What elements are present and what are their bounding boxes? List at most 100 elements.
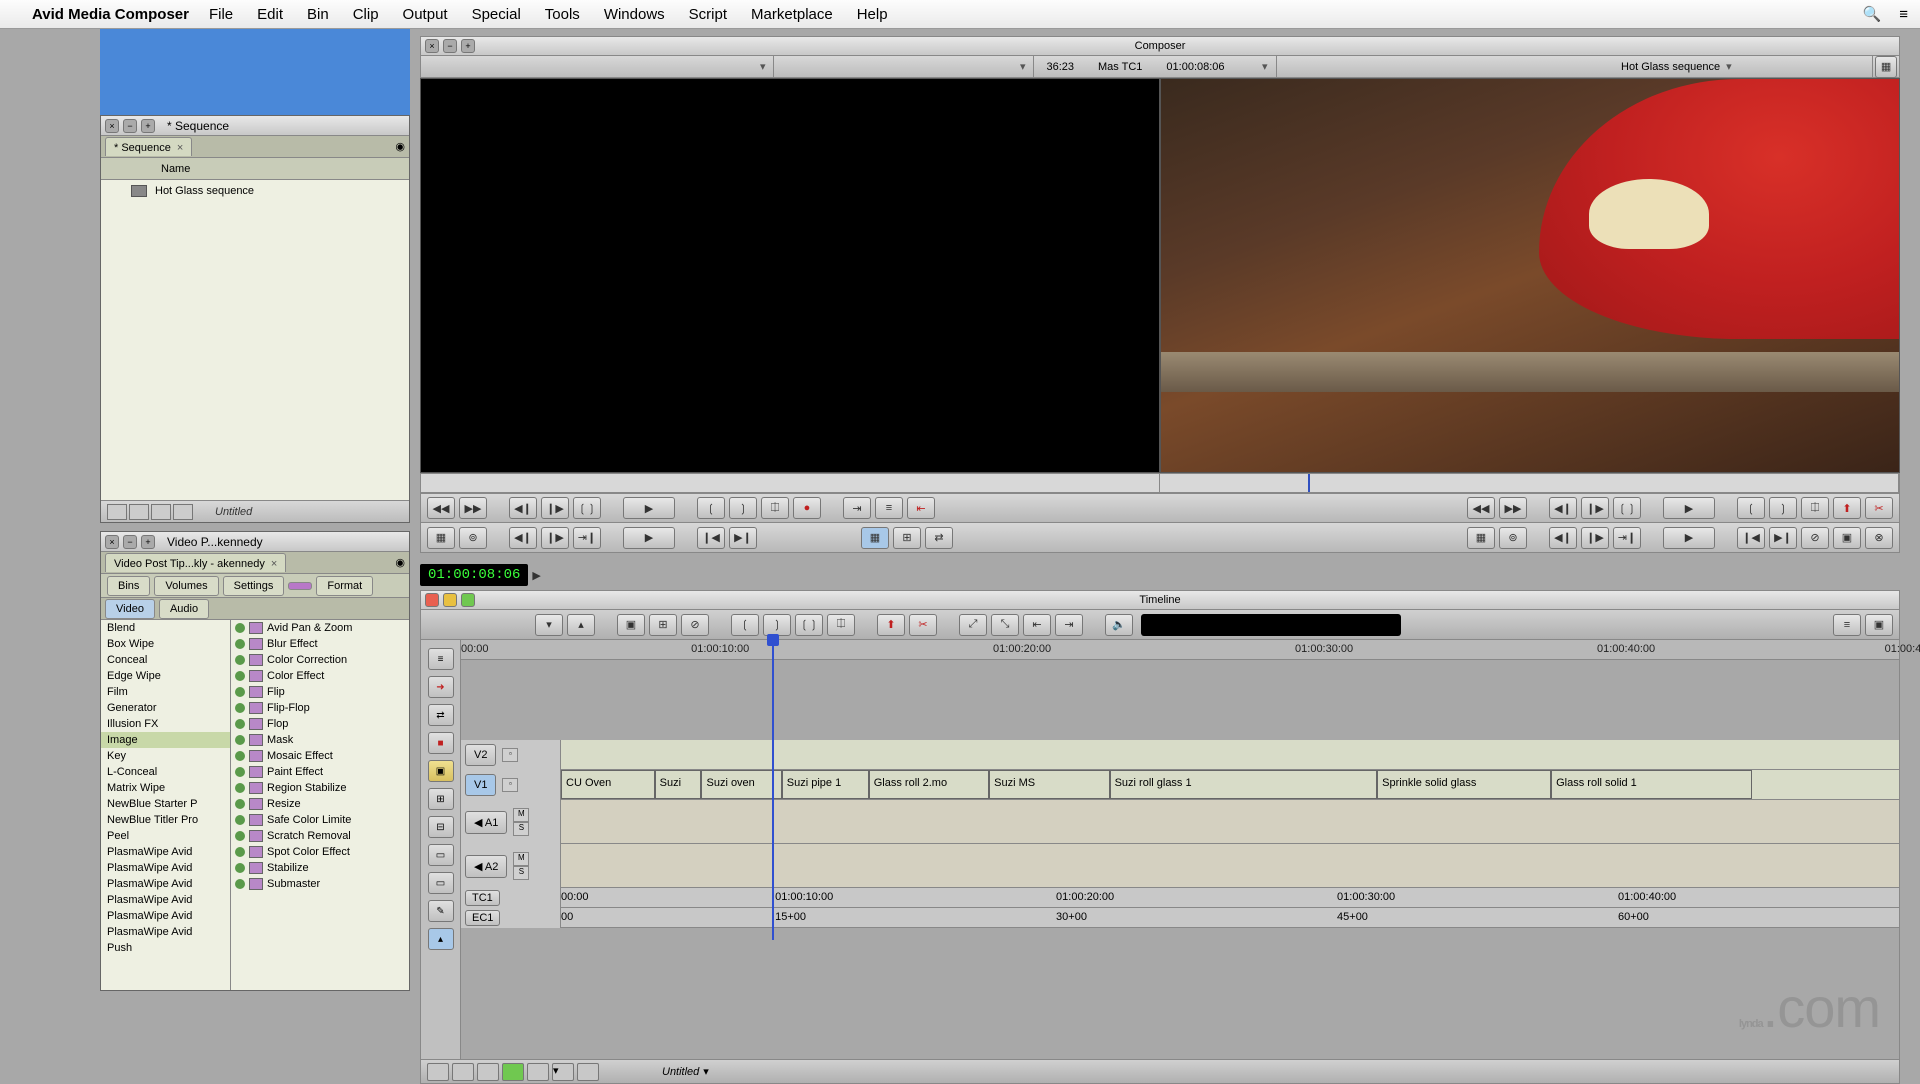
tl-tool-button[interactable]: ▴ [567,614,595,636]
tl-palette-button[interactable]: ➜ [428,676,454,698]
tab-bins[interactable]: Bins [107,576,150,596]
timeline-clip[interactable]: Sprinkle solid glass [1377,770,1551,799]
track-v2[interactable] [561,740,1899,770]
effect-item[interactable]: Avid Pan & Zoom [231,620,409,636]
remove-effect-button[interactable]: ⊗ [1865,527,1893,549]
menu-clip[interactable]: Clip [353,6,379,23]
bin-column-header[interactable]: Name [101,158,409,180]
sequence-menu[interactable]: Hot Glass sequence [1613,56,1873,77]
effect-category[interactable]: Film [101,684,230,700]
quick-transition-button[interactable]: ▣ [1833,527,1861,549]
tl-tool-button[interactable]: ⇤ [1023,614,1051,636]
composer-titlebar[interactable]: × − + Composer [420,36,1900,56]
menu-tools[interactable]: Tools [545,6,580,23]
effect-category[interactable]: Generator [101,700,230,716]
effect-item[interactable]: Color Effect [231,668,409,684]
bin-menu-icon[interactable]: ◉ [395,140,405,153]
timeline-titlebar[interactable]: Timeline [420,590,1900,610]
project-titlebar[interactable]: × − + Video P...kennedy [101,532,409,552]
track-selector-v1[interactable]: V1 [465,774,496,796]
tab-video[interactable]: Video [105,599,155,619]
bin-view-frame-icon[interactable] [151,504,171,520]
bin-list[interactable]: Hot Glass sequence [101,180,409,500]
extract-button[interactable]: ✂ [1865,497,1893,519]
effect-item[interactable]: Spot Color Effect [231,844,409,860]
effect-category[interactable]: PlasmaWipe Avid [101,876,230,892]
menu-extras-icon[interactable]: ≡ [1899,6,1908,23]
step-back-button[interactable]: ◀❙ [509,497,537,519]
tl-tool-button[interactable]: ❲❳ [795,614,823,636]
track-header-a1[interactable]: ◀ A1 MS [461,800,561,844]
track-header-v1[interactable]: V1 ▫ [461,770,561,800]
mark-in-button[interactable]: ❲ [697,497,725,519]
play-loop-button[interactable]: ▶ [623,527,675,549]
effect-item[interactable]: Scratch Removal [231,828,409,844]
track-a1[interactable] [561,800,1899,844]
close-icon[interactable]: × [105,535,119,549]
tab-volumes[interactable]: Volumes [154,576,218,596]
tl-palette-button[interactable]: ⊟ [428,816,454,838]
mark-out-button[interactable]: ❳ [1769,497,1797,519]
tl-tool-button[interactable]: ▾ [535,614,563,636]
effect-item[interactable]: Resize [231,796,409,812]
minimize-icon[interactable]: − [443,39,457,53]
grid-button[interactable]: ⊞ [893,527,921,549]
gang-button[interactable]: ▦ [427,527,455,549]
play-button[interactable]: ▶ [1663,497,1715,519]
menu-help[interactable]: Help [857,6,888,23]
tl-tool-button[interactable]: ⤡ [991,614,1019,636]
position-bar[interactable] [420,473,1900,493]
tab-audio[interactable]: Audio [159,599,209,619]
zoom-icon[interactable]: + [461,39,475,53]
close-icon[interactable] [425,593,439,607]
source-clip-menu[interactable] [421,56,774,77]
play-button[interactable]: ▶ [623,497,675,519]
menu-edit[interactable]: Edit [257,6,283,23]
timeline-menu-button[interactable]: ≡ [1833,614,1861,636]
timeline-clip[interactable]: Glass roll 2.mo [869,770,989,799]
effect-category[interactable]: PlasmaWipe Avid [101,924,230,940]
effect-category[interactable]: Blend [101,620,230,636]
clear-marks-button[interactable]: ⎅ [761,497,789,519]
menu-marketplace[interactable]: Marketplace [751,6,833,23]
effect-item[interactable]: Submaster [231,876,409,892]
collapse-button[interactable]: ⊘ [1801,527,1829,549]
position-indicator[interactable] [1308,474,1310,492]
effect-item[interactable]: Region Stabilize [231,780,409,796]
effect-item[interactable]: Flip [231,684,409,700]
timeline-clip[interactable]: CU Oven [561,770,655,799]
timeline-footer-button[interactable] [452,1063,474,1081]
timeline-footer-button[interactable] [427,1063,449,1081]
effect-category[interactable]: Conceal [101,652,230,668]
timeline-clip[interactable]: Suzi roll glass 1 [1110,770,1378,799]
mark-clip-button[interactable]: ❲❳ [573,497,601,519]
reduce-button[interactable]: ⇄ [925,527,953,549]
minimize-icon[interactable]: − [123,119,137,133]
effect-categories[interactable]: BlendBox WipeConcealEdge WipeFilmGenerat… [101,620,231,990]
project-menu-icon[interactable]: ◉ [395,556,405,569]
effect-category[interactable]: PlasmaWipe Avid [101,908,230,924]
timeline-settings-button[interactable]: ▣ [1865,614,1893,636]
rewind-button[interactable]: ◀◀ [1467,497,1495,519]
effect-item[interactable]: Flop [231,716,409,732]
tl-tool-button[interactable]: ⊞ [649,614,677,636]
record-monitor[interactable] [1160,78,1900,473]
tab-settings[interactable]: Settings [223,576,285,596]
effect-category[interactable]: Peel [101,828,230,844]
track-solo-icon[interactable]: S [513,822,529,836]
tl-palette-button[interactable]: ▣ [428,760,454,782]
play-icon[interactable]: ▶ [532,569,540,582]
tl-tool-button[interactable]: ⇥ [1055,614,1083,636]
track-selector-v2[interactable]: V2 [465,744,496,766]
zoom-icon[interactable] [461,593,475,607]
track-header-v2[interactable]: V2 ▫ [461,740,561,770]
tl-palette-button[interactable]: ≡ [428,648,454,670]
project-tab[interactable]: Video Post Tip...kly - akennedy× [105,553,286,572]
trim-b-button[interactable]: ❙▶ [541,527,569,549]
tab-format[interactable]: Format [316,576,373,596]
effect-category[interactable]: NewBlue Starter P [101,796,230,812]
tl-tool-button[interactable]: ⊘ [681,614,709,636]
track-selector-ec1[interactable]: EC1 [465,910,500,926]
trim-b-button[interactable]: ❙▶ [1581,527,1609,549]
zoom-icon[interactable]: + [141,535,155,549]
